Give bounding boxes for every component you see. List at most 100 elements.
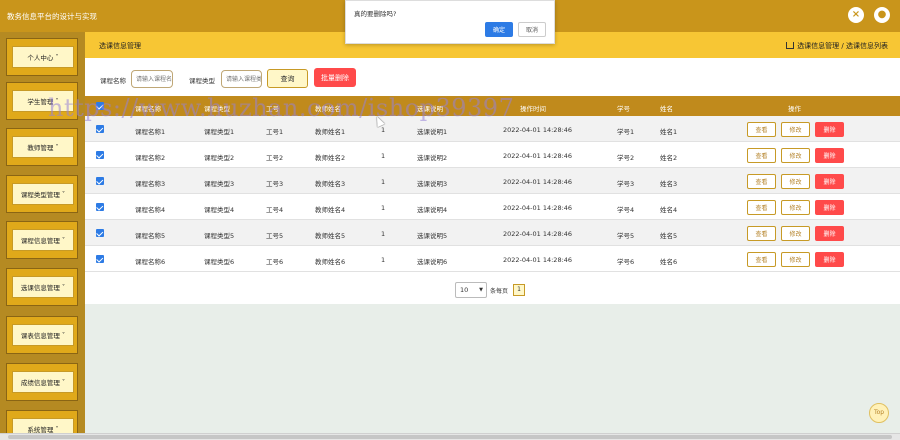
horizontal-scrollbar[interactable] <box>0 433 900 440</box>
cell-course-type: 课程类型4 <box>204 206 235 214</box>
cell-teacher-name: 教师姓名2 <box>315 154 346 162</box>
cell-course-type: 课程类型6 <box>204 258 235 266</box>
chevron-down-icon: ˅ <box>61 378 66 386</box>
cell-course-name: 课程名称6 <box>135 258 166 266</box>
confirm-cancel-button[interactable]: 取消 <box>518 22 546 37</box>
row-checkbox[interactable] <box>96 203 104 211</box>
delete-button[interactable]: 删除 <box>815 226 844 241</box>
delete-button[interactable]: 删除 <box>815 122 844 137</box>
delete-button[interactable]: 删除 <box>815 200 844 215</box>
breadcrumb-text[interactable]: 选课信息管理 / 选课信息列表 <box>797 42 888 50</box>
cell-course-name: 课程名称1 <box>135 128 166 136</box>
close-icon[interactable]: × <box>848 7 864 23</box>
sidebar-item-label: 课表信息管理 <box>20 332 60 340</box>
search-bar: 课程名称 课程类型 查询 批量删除 <box>85 58 900 96</box>
column-header-student-name[interactable]: 姓名 <box>660 103 673 113</box>
cell-course-type: 课程类型2 <box>204 154 235 162</box>
view-button[interactable]: 查看 <box>747 148 776 163</box>
cell-teacher-name: 教师姓名6 <box>315 258 346 266</box>
sidebar-item-course-types[interactable]: 课程类型管理 ˅ <box>6 175 78 213</box>
row-checkbox[interactable] <box>96 229 104 237</box>
confirm-dialog: 真的要删除吗? 确定 取消 <box>345 0 555 44</box>
sidebar-item-label: 选课信息管理 <box>20 284 60 292</box>
edit-button[interactable]: 修改 <box>781 252 810 267</box>
back-to-top-button[interactable]: Top <box>869 403 889 423</box>
cell-teacher-name: 教师姓名3 <box>315 180 346 188</box>
page-number-button[interactable]: 1 <box>513 284 525 296</box>
view-button[interactable]: 查看 <box>747 252 776 267</box>
sidebar-item-personal-center[interactable]: 个人中心 ˅ <box>6 38 78 76</box>
cell-staff-no: 工号5 <box>266 232 284 240</box>
cell-staff-no: 工号6 <box>266 258 284 266</box>
edit-button[interactable]: 修改 <box>781 200 810 215</box>
cell-note: 选课说明6 <box>417 258 448 266</box>
cell-count: 1 <box>381 230 386 238</box>
user-icon[interactable]: ● <box>874 7 890 23</box>
cell-staff-no: 工号1 <box>266 128 284 136</box>
delete-button[interactable]: 删除 <box>815 252 844 267</box>
confirm-ok-button[interactable]: 确定 <box>485 22 513 37</box>
column-header-student-no[interactable]: 学号 <box>617 103 630 113</box>
table-row: 课程名称3 课程类型3 工号3 教师姓名3 1 选课说明3 2022-04-01… <box>85 168 900 194</box>
sidebar-item-course-selection[interactable]: 选课信息管理 ˅ <box>6 268 78 306</box>
page-size-value: 10 <box>460 286 469 294</box>
pagination: 10 ▼ 条每页 1 <box>85 272 900 304</box>
cell-student-name: 姓名5 <box>660 232 678 240</box>
dialog-message: 真的要删除吗? <box>354 10 397 18</box>
sidebar-item-grades[interactable]: 成绩信息管理 ˅ <box>6 363 78 401</box>
scrollbar-thumb[interactable] <box>8 435 892 439</box>
home-icon[interactable] <box>786 42 795 49</box>
cell-note: 选课说明1 <box>417 128 448 136</box>
delete-button[interactable]: 删除 <box>815 174 844 189</box>
cell-student-name: 姓名6 <box>660 258 678 266</box>
view-button[interactable]: 查看 <box>747 200 776 215</box>
sidebar-item-course-info[interactable]: 课程信息管理 ˅ <box>6 221 78 259</box>
cell-staff-no: 工号2 <box>266 154 284 162</box>
course-type-label: 课程类型 <box>189 77 215 85</box>
cell-time: 2022-04-01 14:28:46 <box>503 152 573 160</box>
view-button[interactable]: 查看 <box>747 122 776 137</box>
cell-teacher-name: 教师姓名1 <box>315 128 346 136</box>
sidebar-item-teachers[interactable]: 教师管理 ˅ <box>6 128 78 166</box>
app-title: 教务信息平台的设计与实现 <box>7 12 97 21</box>
edit-button[interactable]: 修改 <box>781 148 810 163</box>
cell-course-name: 课程名称4 <box>135 206 166 214</box>
sidebar-item-label: 个人中心 <box>27 54 54 62</box>
cell-teacher-name: 教师姓名4 <box>315 206 346 214</box>
row-checkbox[interactable] <box>96 125 104 133</box>
cell-student-name: 姓名2 <box>660 154 678 162</box>
row-checkbox[interactable] <box>96 177 104 185</box>
column-header-time[interactable]: 操作时间 <box>520 103 546 113</box>
row-checkbox[interactable] <box>96 255 104 263</box>
view-button[interactable]: 查看 <box>747 174 776 189</box>
delete-button[interactable]: 删除 <box>815 148 844 163</box>
course-type-input[interactable] <box>221 70 262 88</box>
cell-student-name: 姓名4 <box>660 206 678 214</box>
cell-course-type: 课程类型3 <box>204 180 235 188</box>
sidebar-item-label: 成绩信息管理 <box>20 379 60 387</box>
cell-student-no: 学号1 <box>617 128 635 136</box>
cell-time: 2022-04-01 14:28:46 <box>503 126 573 134</box>
edit-button[interactable]: 修改 <box>781 174 810 189</box>
cell-student-name: 姓名1 <box>660 128 678 136</box>
query-button[interactable]: 查询 <box>267 69 308 88</box>
sidebar-item-label: 课程信息管理 <box>20 237 60 245</box>
cell-course-name: 课程名称3 <box>135 180 166 188</box>
cell-count: 1 <box>381 178 386 186</box>
per-page-label: 条每页 <box>490 288 509 295</box>
cell-staff-no: 工号4 <box>266 206 284 214</box>
cell-staff-no: 工号3 <box>266 180 284 188</box>
edit-button[interactable]: 修改 <box>781 226 810 241</box>
chevron-down-icon: ˅ <box>61 190 66 198</box>
page-size-select[interactable]: 10 ▼ <box>455 282 487 298</box>
row-checkbox[interactable] <box>96 151 104 159</box>
table-row: 课程名称5 课程类型5 工号5 教师姓名5 1 选课说明5 2022-04-01… <box>85 220 900 246</box>
sidebar-item-timetable[interactable]: 课表信息管理 ˅ <box>6 316 78 354</box>
view-button[interactable]: 查看 <box>747 226 776 241</box>
course-name-input[interactable] <box>131 70 173 88</box>
batch-delete-button[interactable]: 批量删除 <box>314 68 356 87</box>
chevron-down-icon: ˅ <box>61 331 66 339</box>
edit-button[interactable]: 修改 <box>781 122 810 137</box>
cell-student-no: 学号5 <box>617 232 635 240</box>
column-header-actions: 操作 <box>788 105 801 113</box>
